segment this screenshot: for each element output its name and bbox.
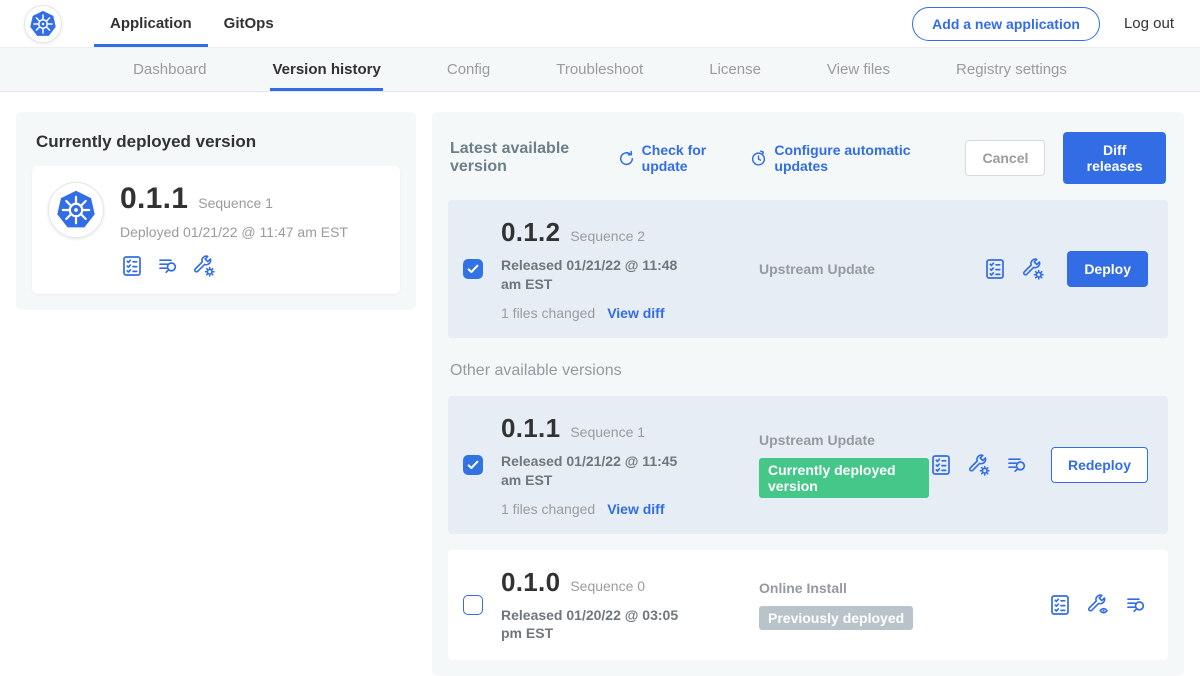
previously-deployed-badge: Previously deployed xyxy=(759,606,913,630)
version-info: 0.1.1 Sequence 1 Released 01/21/22 @ 11:… xyxy=(501,413,715,517)
subnav-item-config[interactable]: Config xyxy=(445,48,492,91)
top-header: Application GitOps Add a new application… xyxy=(0,0,1200,48)
subnav-item-dashboard[interactable]: Dashboard xyxy=(131,48,208,91)
files-changed-label: 1 files changed xyxy=(501,305,595,321)
version-source: Online Install Previously deployed xyxy=(715,580,1048,630)
deploy-button[interactable]: Deploy xyxy=(1067,251,1148,287)
edit-config-icon[interactable] xyxy=(1021,257,1045,281)
released-timestamp: Released 01/21/22 @ 11:48 am EST xyxy=(501,256,697,294)
current-version-actions xyxy=(120,254,348,278)
view-config-icon[interactable] xyxy=(1086,593,1110,617)
refresh-icon xyxy=(617,149,636,168)
main-content: Currently deployed version 0.1.1 Sequenc… xyxy=(0,92,1200,676)
files-changed-label: 1 files changed xyxy=(501,501,595,517)
version-number: 0.1.1 xyxy=(501,413,560,444)
sequence-label: Sequence 1 xyxy=(570,424,645,440)
schedule-icon xyxy=(749,149,768,168)
logout-link[interactable]: Log out xyxy=(1124,15,1174,32)
cancel-button[interactable]: Cancel xyxy=(965,140,1045,176)
version-number: 0.1.0 xyxy=(501,567,560,598)
currently-deployed-title: Currently deployed version xyxy=(36,132,396,152)
application-icon xyxy=(48,182,104,238)
source-label: Upstream Update xyxy=(759,261,983,277)
latest-version-header: Latest available version Check for updat… xyxy=(450,132,1166,184)
released-timestamp: Released 01/21/22 @ 11:45 am EST xyxy=(501,452,697,490)
version-actions: Deploy xyxy=(983,251,1148,287)
edit-config-icon[interactable] xyxy=(967,453,991,477)
version-checkbox[interactable] xyxy=(463,259,483,279)
version-row-0-1-1: 0.1.1 Sequence 1 Released 01/21/22 @ 11:… xyxy=(448,396,1168,534)
kubernetes-logo xyxy=(24,5,62,43)
check-for-update-link[interactable]: Check for update xyxy=(617,142,732,174)
configure-automatic-updates-link[interactable]: Configure automatic updates xyxy=(749,142,929,174)
sequence-label: Sequence 0 xyxy=(570,578,645,594)
add-application-button[interactable]: Add a new application xyxy=(912,7,1100,41)
view-diff-link[interactable]: View diff xyxy=(607,501,664,517)
version-history-panel: Latest available version Check for updat… xyxy=(432,112,1184,676)
subnav-item-license[interactable]: License xyxy=(707,48,763,91)
version-row-0-1-2: 0.1.2 Sequence 2 Released 01/21/22 @ 11:… xyxy=(448,200,1168,338)
version-actions xyxy=(1048,593,1148,617)
version-info: 0.1.0 Sequence 0 Released 01/20/22 @ 03:… xyxy=(501,567,715,644)
sequence-label: Sequence 2 xyxy=(570,228,645,244)
source-label: Online Install xyxy=(759,580,1048,596)
diff-releases-button[interactable]: Diff releases xyxy=(1063,132,1166,184)
version-number: 0.1.2 xyxy=(501,217,560,248)
version-actions: Redeploy xyxy=(929,447,1148,483)
subnav-item-view-files[interactable]: View files xyxy=(825,48,892,91)
other-available-versions-title: Other available versions xyxy=(450,362,1166,380)
version-source: Upstream Update xyxy=(715,261,983,277)
redeploy-button[interactable]: Redeploy xyxy=(1051,447,1148,483)
diff-icon[interactable] xyxy=(1124,593,1148,617)
version-checkbox[interactable] xyxy=(463,455,483,475)
current-version-info: 0.1.1 Sequence 1 Deployed 01/21/22 @ 11:… xyxy=(120,182,348,278)
tab-application-label: Application xyxy=(110,15,192,32)
version-source: Upstream Update Currently deployed versi… xyxy=(715,432,929,498)
version-checkbox[interactable] xyxy=(463,595,483,615)
latest-available-title: Latest available version xyxy=(450,140,599,176)
configure-updates-label: Configure automatic updates xyxy=(774,142,929,174)
view-diff-link[interactable]: View diff xyxy=(607,305,664,321)
current-version-number: 0.1.1 xyxy=(120,182,188,216)
subnav-item-version-history[interactable]: Version history xyxy=(270,48,382,91)
edit-config-icon[interactable] xyxy=(192,254,216,278)
currently-deployed-card: Currently deployed version 0.1.1 Sequenc… xyxy=(16,112,416,310)
release-notes-icon[interactable] xyxy=(120,254,144,278)
app-subnav: Dashboard Version history Config Trouble… xyxy=(0,48,1200,92)
deployed-timestamp: Deployed 01/21/22 @ 11:47 am EST xyxy=(120,224,348,240)
release-notes-icon[interactable] xyxy=(1048,593,1072,617)
version-info: 0.1.2 Sequence 2 Released 01/21/22 @ 11:… xyxy=(501,217,715,321)
subnav-item-registry-settings[interactable]: Registry settings xyxy=(954,48,1069,91)
current-version-inner-card: 0.1.1 Sequence 1 Deployed 01/21/22 @ 11:… xyxy=(32,166,400,294)
diff-icon[interactable] xyxy=(156,254,180,278)
version-row-0-1-0: 0.1.0 Sequence 0 Released 01/20/22 @ 03:… xyxy=(448,550,1168,661)
currently-deployed-badge: Currently deployed version xyxy=(759,458,929,498)
tab-gitops[interactable]: GitOps xyxy=(208,0,290,47)
source-label: Upstream Update xyxy=(759,432,929,448)
tab-application[interactable]: Application xyxy=(94,0,208,47)
top-nav: Application GitOps xyxy=(94,0,290,47)
subnav-item-troubleshoot[interactable]: Troubleshoot xyxy=(554,48,645,91)
current-sequence-label: Sequence 1 xyxy=(198,195,273,211)
diff-icon[interactable] xyxy=(1005,453,1029,477)
release-notes-icon[interactable] xyxy=(983,257,1007,281)
check-for-update-label: Check for update xyxy=(642,142,732,174)
release-notes-icon[interactable] xyxy=(929,453,953,477)
tab-gitops-label: GitOps xyxy=(224,15,274,32)
top-right-actions: Add a new application Log out xyxy=(912,7,1174,41)
released-timestamp: Released 01/20/22 @ 03:05 pm EST xyxy=(501,606,697,644)
